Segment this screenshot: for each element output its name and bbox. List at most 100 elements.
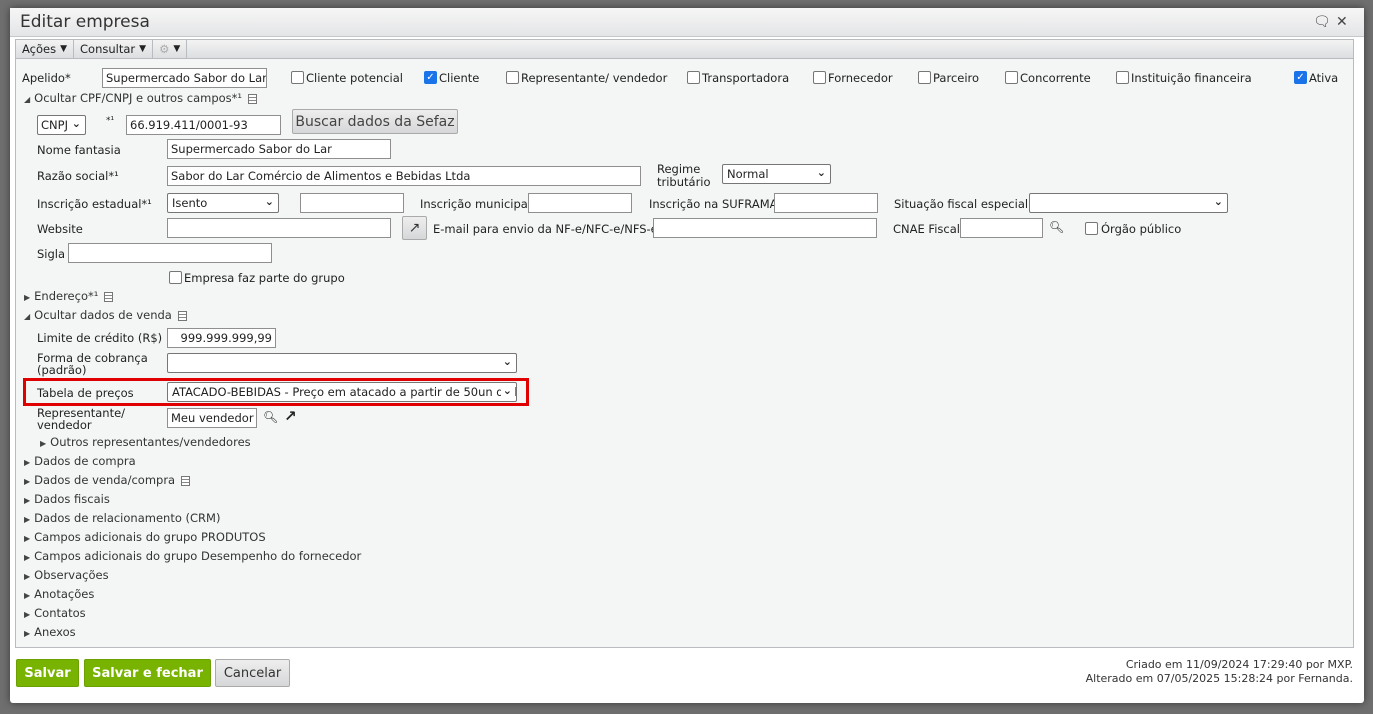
caret-down-icon: ▼ — [139, 44, 147, 54]
external-link-icon: ↗ — [408, 220, 421, 236]
title-bar: Editar empresa 🗨 ✕ — [10, 8, 1364, 37]
chevron-down-icon: ⌄ — [71, 117, 81, 130]
grupo-label: Empresa faz parte do grupo — [184, 271, 345, 285]
sigla-input[interactable] — [68, 243, 272, 263]
nome-fantasia-label: Nome fantasia — [37, 143, 121, 157]
toggle-venda-section[interactable]: ◢ Ocultar dados de venda — [24, 308, 187, 322]
triangle-right-icon: ▶ — [24, 591, 31, 600]
ie-select[interactable]: Isento ⌄ — [167, 193, 279, 213]
required-mark: *¹ — [106, 116, 115, 126]
toggle-cpf-label: Ocultar CPF/CNPJ e outros campos*¹ — [34, 91, 243, 105]
nome-fantasia-input[interactable]: Supermercado Sabor do Lar — [167, 139, 391, 159]
role-checkbox-label: Cliente potencial — [306, 71, 403, 85]
settings-menu[interactable]: ⚙ ▼ — [153, 40, 188, 58]
cancel-button[interactable]: Cancelar — [215, 659, 290, 687]
notes-icon[interactable] — [181, 475, 191, 486]
triangle-right-icon: ▶ — [24, 553, 31, 562]
section-toggle[interactable]: ▶ Dados de compra — [24, 454, 136, 468]
toggle-endereco-section[interactable]: ▶ Endereço*¹ — [24, 289, 114, 303]
ie-input[interactable] — [300, 193, 404, 213]
section-toggle[interactable]: ▶ Anotações — [24, 587, 94, 601]
ie-label: Inscrição estadual*¹ — [37, 197, 152, 211]
close-icon[interactable]: ✕ — [1336, 14, 1348, 30]
orgao-publico-checkbox[interactable] — [1085, 222, 1098, 235]
triangle-right-icon: ▶ — [24, 458, 31, 467]
sigla-label: Sigla — [37, 247, 66, 261]
triangle-right-icon: ▶ — [24, 534, 31, 543]
forma-cobranca-select[interactable]: ⌄ — [167, 353, 517, 373]
role-checkbox[interactable] — [687, 71, 700, 84]
situacao-select[interactable]: ⌄ — [1029, 193, 1228, 213]
regime-select[interactable]: Normal ⌄ — [722, 164, 831, 184]
external-link-icon[interactable]: ↗ — [284, 407, 297, 425]
save-close-button[interactable]: Salvar e fechar — [84, 659, 211, 687]
section-toggle[interactable]: ▶ Dados de relacionamento (CRM) — [24, 511, 220, 525]
tabela-precos-select[interactable]: ATACADO-BEBIDAS - Preço em atacado a par… — [167, 382, 517, 402]
notes-icon[interactable] — [104, 291, 114, 302]
section-toggle[interactable]: ▶ Campos adicionais do grupo Desempenho d… — [24, 549, 361, 563]
search-icon[interactable]: 🔍︎ — [1049, 220, 1064, 234]
role-checkbox-label: Instituição financeira — [1131, 71, 1252, 85]
section-toggle[interactable]: ▶ Observações — [24, 568, 109, 582]
razao-social-input[interactable]: Sabor do Lar Comércio de Alimentos e Beb… — [167, 166, 641, 186]
consult-menu[interactable]: Consultar ▼ — [74, 40, 154, 58]
notes-icon[interactable] — [248, 93, 258, 104]
created-info: Criado em 11/09/2024 17:29:40 por MXP. — [1125, 658, 1353, 671]
open-website-button[interactable]: ↗ — [402, 216, 427, 240]
doc-type-select[interactable]: CNPJ ⌄ — [37, 115, 86, 135]
regime-label-1: Regime — [657, 162, 701, 176]
suframa-input[interactable] — [774, 193, 878, 213]
section-toggle[interactable]: ▶ Contatos — [24, 606, 86, 620]
role-checkbox[interactable] — [1116, 71, 1129, 84]
im-input[interactable] — [528, 193, 632, 213]
role-checkbox[interactable] — [918, 71, 931, 84]
save-button[interactable]: Salvar — [16, 659, 79, 687]
section-toggle[interactable]: ▶ Dados fiscais — [24, 492, 110, 506]
grupo-checkbox[interactable] — [169, 271, 182, 284]
role-checkbox[interactable]: ✓ — [1294, 71, 1307, 84]
website-input[interactable] — [167, 218, 391, 238]
email-nfe-input[interactable] — [653, 218, 877, 238]
section-toggle[interactable]: ▶ Anexos — [24, 625, 76, 639]
cnpj-input[interactable]: 66.919.411/0001-93 — [126, 115, 281, 135]
toggle-outros-reps[interactable]: ▶ Outros representantes/vendedores — [40, 435, 251, 449]
toggle-venda-label: Ocultar dados de venda — [34, 308, 172, 322]
role-checkbox-label: Transportadora — [702, 71, 790, 85]
apelido-input[interactable]: Supermercado Sabor do Lar — [102, 68, 267, 88]
role-checkbox[interactable] — [813, 71, 826, 84]
section-toggle[interactable]: ▶ Campos adicionais do grupo PRODUTOS — [24, 530, 266, 544]
actions-menu[interactable]: Ações ▼ — [16, 40, 75, 58]
toggle-cpf-section[interactable]: ◢ Ocultar CPF/CNPJ e outros campos*¹ — [24, 91, 258, 105]
sefaz-button[interactable]: Buscar dados da Sefaz — [292, 109, 458, 134]
forma-label-2: (padrão) — [37, 363, 87, 377]
cnae-input[interactable] — [960, 218, 1043, 238]
email-nfe-label: E-mail para envio da NF-e/NFC-e/NFS-e — [433, 222, 658, 236]
forma-label: Forma de cobrança (padrão) — [37, 352, 148, 376]
triangle-right-icon: ▶ — [24, 293, 31, 302]
search-icon[interactable]: 🔍︎ — [263, 410, 278, 424]
section-label: Dados fiscais — [34, 492, 110, 506]
role-checkbox-label: Parceiro — [933, 71, 980, 85]
doc-type-value: CNPJ — [41, 118, 68, 132]
rep-input[interactable]: Meu vendedor — [167, 408, 257, 428]
triangle-right-icon: ▶ — [24, 572, 31, 581]
actions-label: Ações — [22, 42, 57, 56]
razao-social-label: Razão social*¹ — [37, 169, 119, 183]
role-checkbox[interactable] — [506, 71, 519, 84]
chat-icon[interactable]: 🗨 — [1313, 14, 1331, 30]
role-checkbox[interactable]: ✓ — [424, 71, 437, 84]
section-toggle[interactable]: ▶ Dados de venda/compra — [24, 473, 191, 487]
audit-info: Criado em 11/09/2024 17:29:40 por MXP. A… — [1086, 658, 1353, 686]
section-label: Contatos — [34, 606, 86, 620]
role-checkbox-label: Cliente — [439, 71, 480, 85]
limite-input[interactable]: 999.999.999,99 — [167, 328, 276, 348]
endereco-label: Endereço*¹ — [34, 289, 99, 303]
regime-label: Regime tributário — [657, 163, 711, 189]
role-checkbox[interactable] — [1005, 71, 1018, 84]
role-checkbox[interactable] — [291, 71, 304, 84]
consult-label: Consultar — [80, 42, 136, 56]
website-label: Website — [37, 222, 83, 236]
notes-icon[interactable] — [177, 310, 187, 321]
section-label: Dados de compra — [34, 454, 136, 468]
chevron-down-icon: ⌄ — [264, 195, 274, 208]
